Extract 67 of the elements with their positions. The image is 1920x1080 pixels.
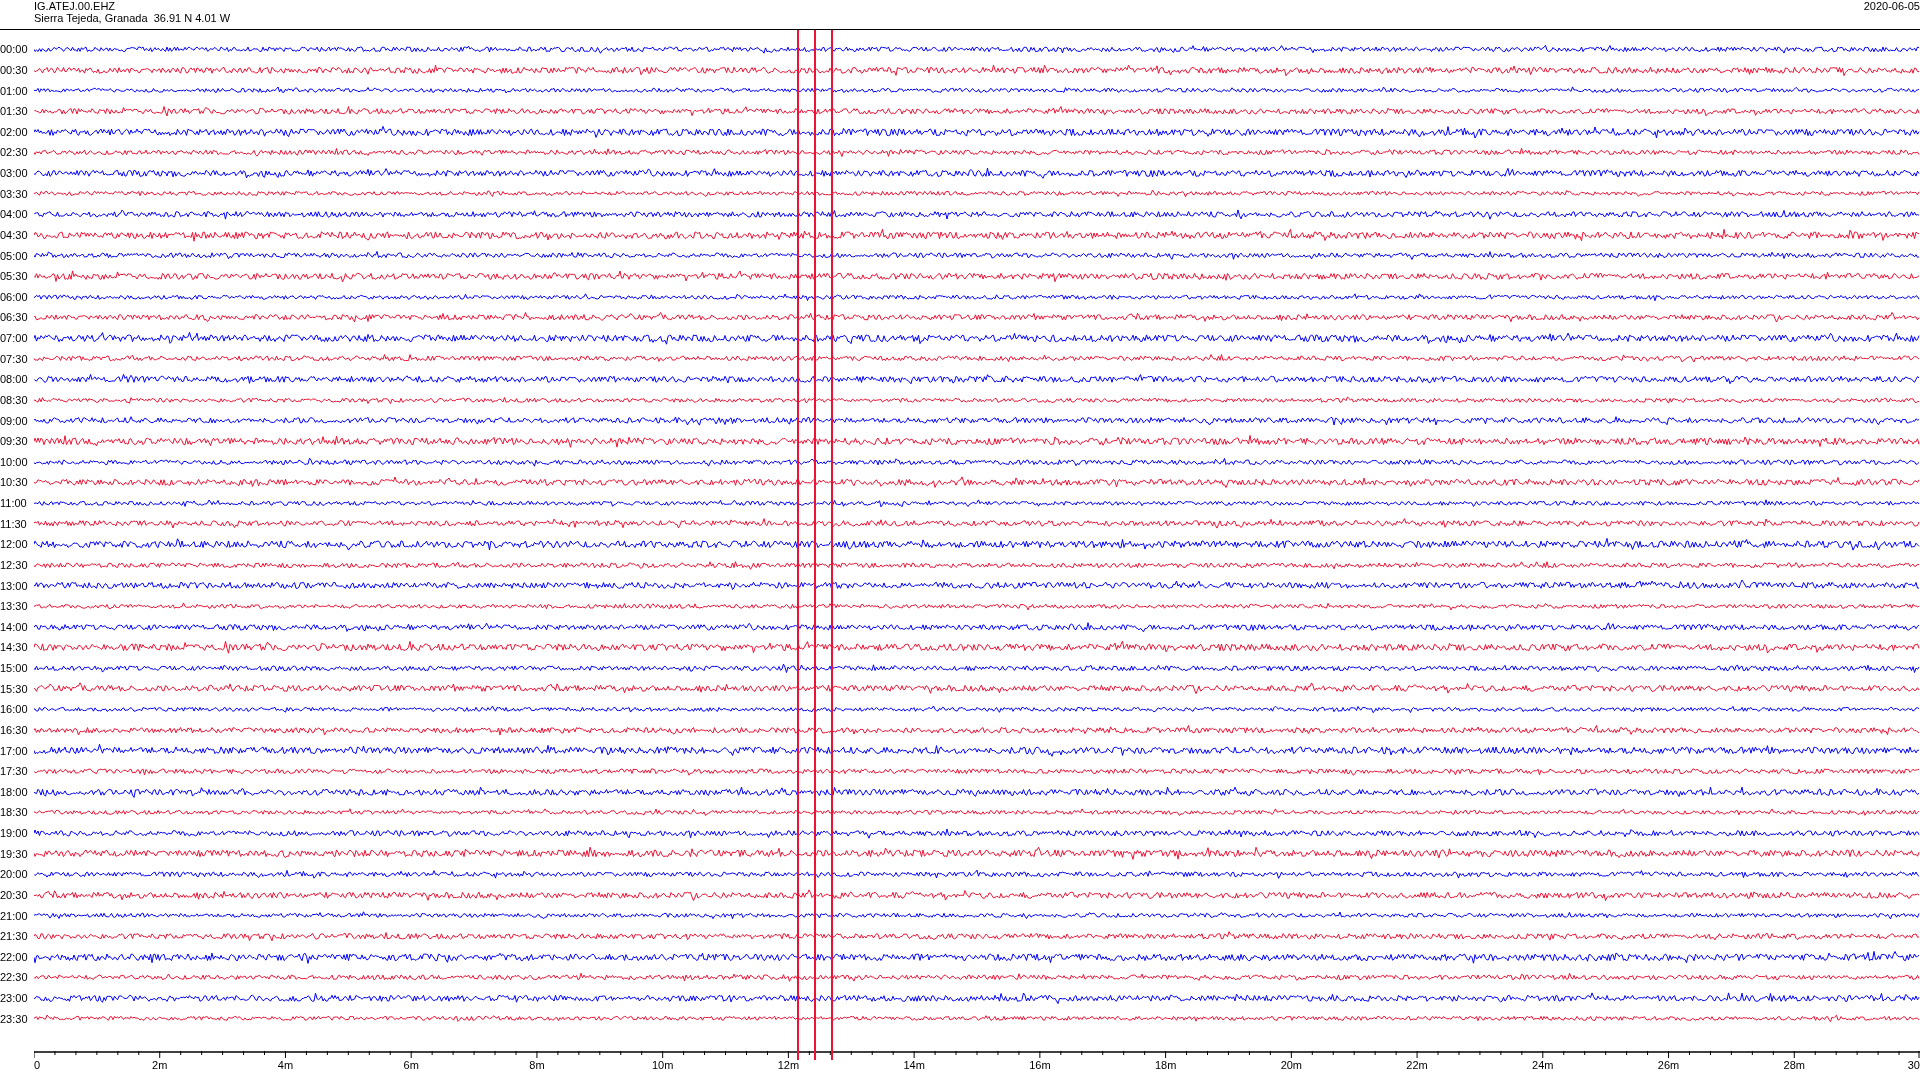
time-label: 20:30 [0,888,29,901]
time-label: 06:00 [0,290,29,303]
time-label: 08:00 [0,373,29,386]
time-label: 18:30 [0,806,29,819]
time-label: 21:30 [0,930,29,943]
time-label: 01:00 [0,84,29,97]
time-label: 14:30 [0,641,29,654]
time-label: 15:00 [0,662,29,675]
time-axis-label: 14m [903,1059,925,1071]
time-label: 02:00 [0,125,29,138]
time-label: 06:30 [0,311,29,324]
time-axis-label: 4m [277,1059,294,1071]
time-label: 16:30 [0,723,29,736]
time-label: 23:00 [0,992,29,1005]
time-label: 00:30 [0,63,29,76]
time-label: 12:30 [0,558,29,571]
time-label: 01:30 [0,105,29,118]
time-label: 11:30 [0,517,28,530]
time-label: 18:00 [0,785,29,798]
record-date: 2020-06-05 [1863,0,1920,14]
time-label: 07:30 [0,352,29,365]
time-label: 15:30 [0,682,29,695]
time-label: 10:30 [0,476,29,489]
time-axis-label: 12m [777,1059,800,1071]
time-label: 09:00 [0,414,29,427]
time-label: 03:00 [0,167,29,180]
time-label: 05:30 [0,270,29,283]
time-label: 22:30 [0,971,29,984]
time-label: 23:30 [0,1012,29,1025]
time-axis-label: 26m [1657,1059,1680,1071]
time-label: 19:00 [0,827,29,840]
time-label: 08:30 [0,393,29,406]
time-axis-label: 30 [1907,1059,1920,1071]
time-label: 13:30 [0,600,29,613]
time-label: 04:30 [0,228,29,241]
time-label: 17:00 [0,744,29,757]
time-label: 02:30 [0,146,29,159]
time-label: 09:30 [0,435,29,448]
time-axis-label: 8m [529,1059,545,1071]
time-label: 14:00 [0,620,29,633]
time-axis-label: 10m [651,1059,674,1071]
time-axis-label: 28m [1783,1059,1805,1071]
time-label: 00:00 [0,43,29,56]
time-axis-label: 16m [1029,1059,1051,1071]
time-axis-label: 20m [1280,1059,1303,1071]
time-axis-label: 24m [1532,1059,1554,1071]
time-axis-label: 0 [34,1059,41,1071]
time-axis-label: 6m [403,1059,419,1071]
time-label: 03:30 [0,187,29,200]
time-label: 16:00 [0,703,29,716]
time-axis-label: 2m [152,1059,168,1071]
time-label: 07:00 [0,332,29,345]
time-label: 20:00 [0,868,29,881]
time-label: 05:00 [0,249,29,262]
station-location: Sierra Tejeda, Granada 36.91 N 4.01 W [34,12,231,24]
time-axis-label: 18m [1154,1059,1177,1071]
time-label: 04:00 [0,208,29,221]
station-code: IG.ATEJ.00.EHZ [34,0,117,12]
time-label: 21:00 [0,909,29,922]
time-label: 10:00 [0,455,29,468]
time-label: 12:00 [0,538,29,551]
time-label: 13:00 [0,579,29,592]
time-label: 17:30 [0,765,29,778]
time-label: 19:30 [0,847,29,860]
time-label: 22:00 [0,950,29,963]
time-label: 11:00 [0,497,28,510]
time-axis-label: 22m [1406,1059,1428,1071]
